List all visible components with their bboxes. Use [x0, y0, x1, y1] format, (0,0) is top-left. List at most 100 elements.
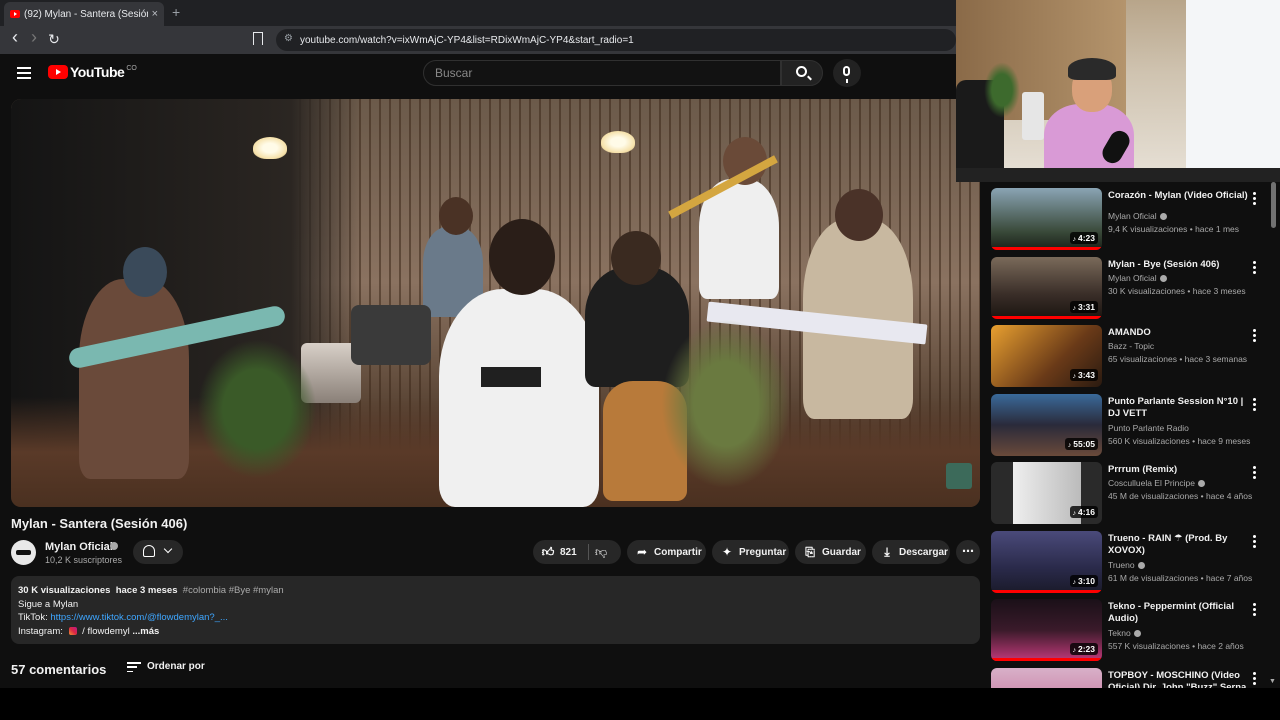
list-item[interactable]: 3:31 Mylan - Bye (Sesión 406) Mylan Ofic…	[991, 257, 1271, 321]
kebab-menu-icon[interactable]	[1253, 192, 1256, 207]
bookmark-icon[interactable]	[253, 32, 263, 45]
video-meta: 30 K visualizaciones • hace 3 meses	[1108, 286, 1246, 296]
duration-badge: 55:05	[1064, 438, 1098, 450]
search-icon	[796, 66, 807, 77]
channel-name[interactable]: Bazz - Topic	[1108, 341, 1154, 351]
new-tab-button[interactable]: +	[172, 4, 180, 20]
upload-date: hace 3 meses	[115, 585, 178, 596]
video-title[interactable]: Trueno - RAIN ☂ (Prod. By XOVOX)	[1108, 533, 1248, 557]
thumbs-up-icon: 👍︎	[541, 545, 555, 559]
channel-name[interactable]: Cosculluela El Principe	[1108, 478, 1195, 488]
video-thumbnail[interactable]: 55:05	[991, 394, 1102, 456]
duration-badge: 3:10	[1069, 575, 1098, 587]
subscriber-count: 10,2 K suscriptores	[45, 555, 123, 565]
video-meta: 9,4 K visualizaciones • hace 1 mes	[1108, 224, 1240, 234]
browser-tab[interactable]: (92) Mylan - Santera (Sesión 406) ×	[4, 2, 164, 26]
video-title[interactable]: Corazón - Mylan (Video Oficial)	[1108, 190, 1248, 202]
video-meta: 45 M de visualizaciones • hace 4 años	[1108, 491, 1253, 501]
kebab-menu-icon[interactable]	[1253, 398, 1256, 413]
tiktok-link[interactable]: https://www.tiktok.com/@flowdemylan?_...	[50, 612, 228, 623]
video-meta: 557 K visualizaciones • hace 2 años	[1108, 641, 1244, 651]
kebab-menu-icon[interactable]	[1253, 535, 1256, 550]
description-line: Sigue a Mylan	[18, 598, 79, 610]
description-box[interactable]: 30 K visualizaciones hace 3 meses #colom…	[11, 576, 980, 644]
video-title: Mylan - Santera (Sesión 406)	[11, 516, 188, 531]
video-thumbnail[interactable]: 4:23	[991, 188, 1102, 250]
download-icon: ⤓	[884, 545, 890, 559]
video-title[interactable]: TOPBOY - MOSCHINO (Video Oficial) Dir. J…	[1108, 670, 1248, 688]
channel-name[interactable]: Mylan Oficial	[1108, 211, 1157, 221]
back-button[interactable]: ‹	[6, 27, 24, 48]
close-tab-icon[interactable]: ×	[152, 8, 158, 20]
list-item[interactable]: 3:10 Trueno - RAIN ☂ (Prod. By XOVOX) Tr…	[991, 531, 1271, 595]
sparkle-icon: ✦	[721, 545, 733, 559]
kebab-menu-icon[interactable]	[1253, 466, 1256, 481]
show-more-button[interactable]: ...más	[132, 626, 159, 637]
microphone-icon	[843, 66, 850, 83]
list-item[interactable]: 3:43 AMANDO Bazz - Topic 65 visualizacio…	[991, 325, 1271, 389]
video-thumbnail[interactable]: 3:10	[991, 531, 1102, 593]
address-bar[interactable]: ⚙ youtube.com/watch?v=ixWmAjC-YP4&list=R…	[276, 29, 956, 51]
more-actions-button[interactable]: ⋯	[956, 540, 980, 564]
taskbar-area	[0, 688, 1280, 720]
list-item[interactable]: TOPBOY - MOSCHINO (Video Oficial) Dir. J…	[991, 668, 1271, 688]
channel-name[interactable]: Mylan Oficial	[45, 541, 113, 553]
hamburger-menu-icon[interactable]	[17, 67, 31, 79]
reload-button[interactable]: ↻	[45, 31, 63, 48]
list-item[interactable]: 55:05 Punto Parlante Session N°10 | DJ V…	[991, 394, 1271, 458]
video-thumbnail[interactable]: 3:31	[991, 257, 1102, 319]
save-button[interactable]: ⎘ Guardar	[795, 540, 866, 564]
list-item[interactable]: 2:23 Tekno - Peppermint (Official Audio)…	[991, 599, 1271, 663]
sidebar-scrollbar[interactable]	[1271, 182, 1276, 228]
scroll-down-arrow-icon[interactable]: ▼	[1269, 678, 1276, 685]
channel-name[interactable]: Punto Parlante Radio	[1108, 423, 1189, 433]
site-info-icon[interactable]: ⚙	[284, 33, 293, 44]
notifications-button[interactable]	[133, 540, 183, 564]
url-text: youtube.com/watch?v=ixWmAjC-YP4&list=RDi…	[300, 34, 634, 46]
channel-watermark-icon[interactable]	[946, 463, 972, 489]
video-thumbnail[interactable]: 3:43	[991, 325, 1102, 387]
ask-button[interactable]: ✦ Preguntar	[712, 540, 789, 564]
youtube-logo[interactable]: YouTube CO	[48, 64, 137, 80]
like-button[interactable]: 👍︎ 821	[533, 540, 621, 564]
video-thumbnail[interactable]: 2:23	[991, 599, 1102, 661]
youtube-header: YouTube CO Buscar	[0, 54, 956, 92]
search-button[interactable]	[781, 60, 823, 86]
hashtags[interactable]: #colombia #Bye #mylan	[183, 585, 284, 596]
channel-name[interactable]: Tekno	[1108, 628, 1131, 638]
search-input[interactable]: Buscar	[423, 60, 781, 86]
kebab-menu-icon[interactable]	[1253, 261, 1256, 276]
kebab-menu-icon[interactable]	[1253, 672, 1256, 687]
view-count: 30 K visualizaciones	[18, 585, 111, 596]
bell-icon	[143, 545, 155, 557]
video-thumbnail[interactable]	[991, 668, 1102, 688]
sort-icon[interactable]	[127, 662, 141, 673]
share-icon: ➦	[636, 545, 648, 559]
video-title[interactable]: Punto Parlante Session N°10 | DJ VETT	[1108, 396, 1248, 420]
channel-avatar[interactable]	[11, 540, 36, 565]
sort-button[interactable]: Ordenar por	[147, 661, 205, 672]
video-title[interactable]: Mylan - Bye (Sesión 406)	[1108, 259, 1248, 271]
forward-button[interactable]: ›	[25, 27, 43, 48]
kebab-menu-icon[interactable]	[1253, 603, 1256, 618]
channel-name[interactable]: Mylan Oficial	[1108, 273, 1157, 283]
list-item[interactable]: 4:16 Prrrum (Remix) Cosculluela El Princ…	[991, 462, 1271, 526]
share-button[interactable]: ➦ Compartir	[627, 540, 706, 564]
instagram-link[interactable]: / flowdemyl	[82, 626, 130, 637]
verified-icon	[1197, 480, 1205, 488]
video-thumbnail[interactable]: 4:16	[991, 462, 1102, 524]
channel-name[interactable]: Trueno	[1108, 560, 1135, 570]
duration-badge: 3:31	[1069, 301, 1098, 313]
video-title[interactable]: AMANDO	[1108, 327, 1248, 339]
video-title[interactable]: Tekno - Peppermint (Official Audio)	[1108, 601, 1248, 625]
duration-badge: 2:23	[1069, 643, 1098, 655]
verified-icon	[1133, 630, 1141, 638]
thumbs-down-icon[interactable]: 👎︎	[595, 545, 607, 560]
download-button[interactable]: ⤓ Descargar	[872, 540, 950, 564]
list-item[interactable]: 4:23 Corazón - Mylan (Video Oficial) Myl…	[991, 188, 1271, 252]
voice-search-button[interactable]	[833, 59, 861, 87]
verified-icon	[1159, 275, 1167, 283]
kebab-menu-icon[interactable]	[1253, 329, 1256, 344]
video-player[interactable]	[11, 99, 980, 507]
video-title[interactable]: Prrrum (Remix)	[1108, 464, 1248, 476]
